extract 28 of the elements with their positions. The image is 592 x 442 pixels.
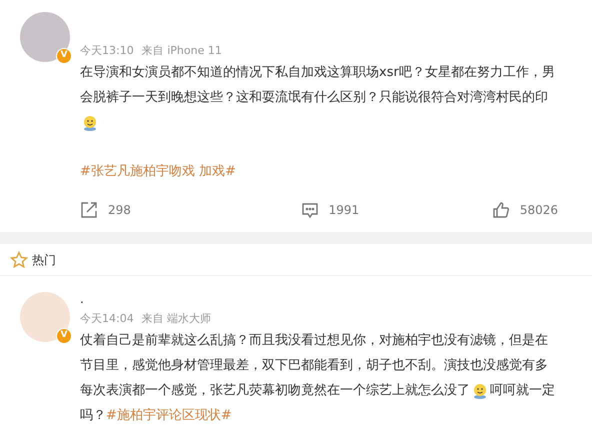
- avatar[interactable]: [20, 12, 70, 62]
- hashtag-link[interactable]: #施柏宇评论区现状#: [106, 406, 232, 426]
- avatar[interactable]: [20, 292, 70, 342]
- verified-badge: V: [56, 328, 72, 344]
- share-button[interactable]: 298: [80, 201, 131, 219]
- emoji-icon: [82, 114, 98, 130]
- like-button[interactable]: 58026: [492, 201, 558, 219]
- user-name[interactable]: .: [80, 290, 592, 310]
- emoji-icon: [472, 382, 488, 398]
- comment-text: 每次表演都一个感觉，张艺凡荧幕初吻竟然在一个综艺上就怎么没了: [80, 382, 470, 400]
- verified-badge: V: [56, 48, 72, 64]
- post-source: 来自 iPhone 11: [142, 42, 222, 59]
- section-title: 热门: [32, 252, 56, 268]
- comment-text: 节目里，感觉他身材管理最差，双下巴都能看到，胡子也不刮。演技也没感觉有多: [80, 356, 548, 375]
- comment-text: 呵呵就一定: [490, 382, 555, 400]
- comment-text: 仗着自己是前辈就这么乱搞？而且我没看过想见你，对施柏宇也没有滤镜，但是在: [80, 332, 548, 350]
- post-source: 来自 端水大师: [142, 310, 212, 327]
- comment-text: 在导演和女演员都不知道的情况下私自加戏这算职场xsr吧？女星都在努力工作，男: [80, 64, 555, 82]
- comment-text: 会脱裤子一天到晚想这些？这和耍流氓有什么区别？只能说很符合对湾湾村民的印: [80, 88, 548, 107]
- comment-icon: [300, 201, 319, 219]
- share-icon: [80, 201, 98, 219]
- post-time: 今天13:10: [80, 42, 134, 59]
- post-time: 今天14:04: [80, 310, 134, 327]
- star-icon: [10, 250, 28, 268]
- hashtag-link[interactable]: #张艺凡施柏宇吻戏 加戏#: [80, 162, 236, 182]
- comment-button[interactable]: 1991: [300, 201, 360, 219]
- comment-text: 吗？: [80, 406, 106, 425]
- thumbs-up-icon: [492, 201, 510, 219]
